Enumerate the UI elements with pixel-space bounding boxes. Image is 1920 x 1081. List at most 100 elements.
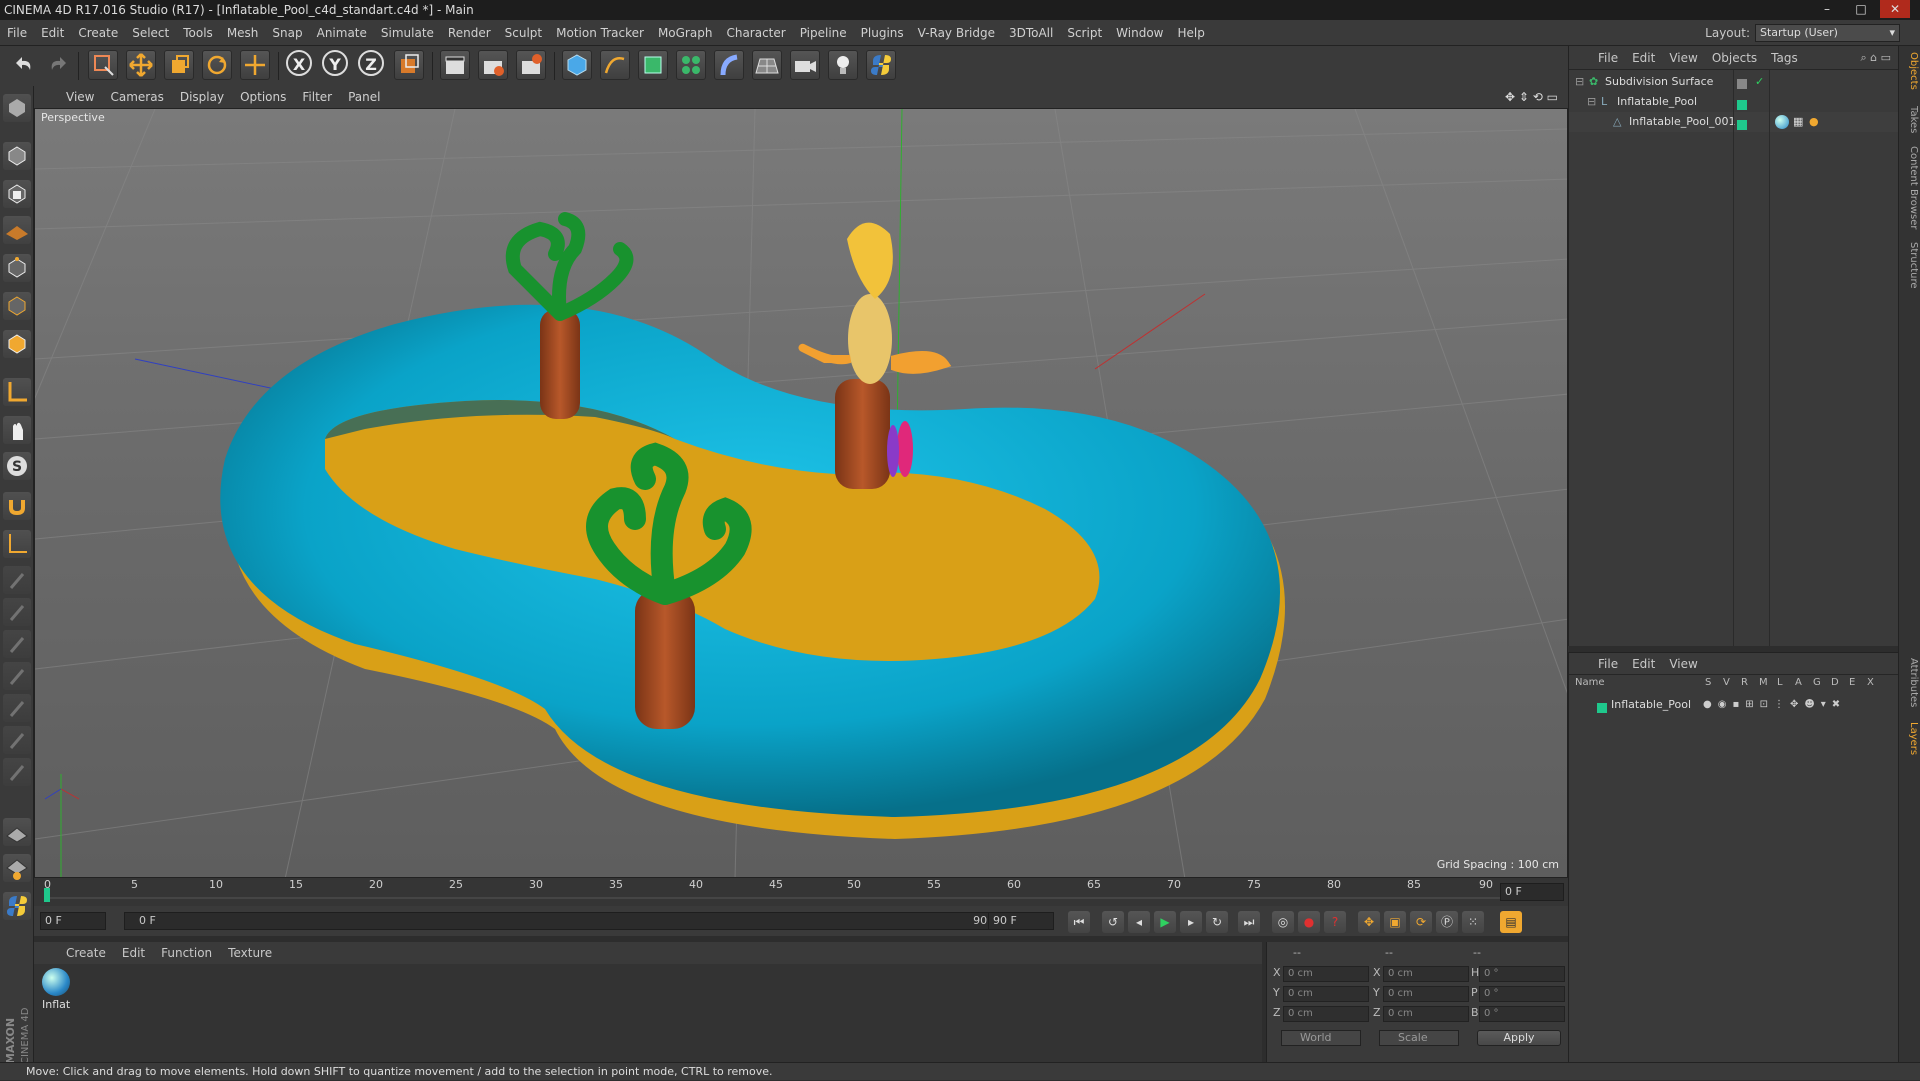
search-icon[interactable]: ⌕ ⌂ ▭	[1860, 46, 1891, 70]
objects-menu-objects[interactable]: Objects	[1705, 46, 1764, 70]
layer-row[interactable]: Inflatable_Pool ●◉▪⊞⊡⋮✥☻▾✖	[1569, 695, 1899, 715]
menu-window[interactable]: Window	[1109, 20, 1170, 46]
menu-edit[interactable]: Edit	[34, 20, 71, 46]
viewport-menu-options[interactable]: Options	[232, 86, 294, 108]
material-menu-texture[interactable]: Texture	[220, 942, 280, 964]
floor-button[interactable]	[752, 50, 782, 80]
axis-mode-button[interactable]	[3, 378, 31, 406]
undo-button[interactable]	[10, 50, 40, 80]
brush-tool-3[interactable]	[3, 630, 31, 658]
key-rotation-button[interactable]: ⟳	[1410, 911, 1432, 933]
objects-menu-tags[interactable]: Tags	[1764, 46, 1805, 70]
menu-3dtoall[interactable]: 3DToAll	[1002, 20, 1060, 46]
menu-simulate[interactable]: Simulate	[374, 20, 441, 46]
move-tool-button[interactable]	[126, 50, 156, 80]
brush-tool-2[interactable]	[3, 598, 31, 626]
layout-dropdown[interactable]: Startup (User) ▾	[1755, 24, 1900, 42]
tab-takes[interactable]: Takes	[1901, 106, 1919, 133]
prev-key-button[interactable]: ↺	[1102, 911, 1124, 933]
current-frame-field[interactable]: 0 F	[1500, 883, 1564, 901]
menu-create[interactable]: Create	[71, 20, 125, 46]
axis-tool-button[interactable]	[3, 530, 31, 558]
tab-attributes[interactable]: Attributes	[1901, 658, 1919, 707]
edge-mode-button[interactable]	[3, 292, 31, 320]
start-frame-field[interactable]: 0 F	[40, 912, 106, 930]
mograph-cloner-button[interactable]	[676, 50, 706, 80]
minimize-button[interactable]: –	[1812, 0, 1842, 18]
tab-layers[interactable]: Layers	[1901, 722, 1919, 755]
menu-character[interactable]: Character	[719, 20, 792, 46]
close-button[interactable]: ✕	[1880, 0, 1910, 18]
frame-range-slider[interactable]: 0 F 90 F	[124, 912, 1014, 930]
timeline-ruler[interactable]: 0 5 10 15 20 25 30 35 40 45 50 55 60 65 …	[34, 878, 1568, 906]
menu-render[interactable]: Render	[441, 20, 498, 46]
position-y-field[interactable]: 0 cm	[1283, 986, 1369, 1002]
layers-menu-view[interactable]: View	[1662, 653, 1704, 675]
material-menu-edit[interactable]: Edit	[114, 942, 153, 964]
material-menu-create[interactable]: Create	[58, 942, 114, 964]
magnet-button[interactable]	[3, 492, 31, 520]
objects-menu-view[interactable]: View	[1662, 46, 1704, 70]
spline-pen-button[interactable]	[600, 50, 630, 80]
apply-button[interactable]: Apply	[1477, 1030, 1561, 1046]
brush-tool-7[interactable]	[3, 758, 31, 786]
texture-tag-icon[interactable]: ▦	[1793, 112, 1803, 132]
collapse-icon[interactable]: ⊟	[1587, 92, 1596, 112]
layer-color-chip[interactable]	[1597, 700, 1607, 720]
tab-objects[interactable]: Objects	[1901, 52, 1919, 90]
position-x-field[interactable]: 0 cm	[1283, 966, 1369, 982]
make-editable-button[interactable]	[3, 94, 31, 122]
viewport-menu-filter[interactable]: Filter	[294, 86, 340, 108]
play-button[interactable]: ▶	[1154, 911, 1176, 933]
model-mode-button[interactable]	[3, 142, 31, 170]
menu-sculpt[interactable]: Sculpt	[498, 20, 549, 46]
timeline-window-button[interactable]: ▤	[1500, 911, 1522, 933]
grid-lock-button[interactable]	[3, 818, 31, 846]
viewport-menu-cameras[interactable]: Cameras	[102, 86, 171, 108]
goto-end-button[interactable]: ⏭	[1238, 911, 1260, 933]
collapse-icon[interactable]: ⊟	[1575, 72, 1584, 92]
phong-tag-icon[interactable]: ●	[1809, 112, 1819, 132]
camera-button[interactable]	[790, 50, 820, 80]
size-x-field[interactable]: 0 cm	[1383, 966, 1469, 982]
prev-frame-button[interactable]: ◂	[1128, 911, 1150, 933]
keyframe-selection-button[interactable]: ◎	[1272, 911, 1294, 933]
rotation-b-field[interactable]: 0 °	[1479, 1006, 1565, 1022]
world-dropdown[interactable]: World	[1281, 1030, 1361, 1046]
end-frame-field[interactable]: 90 F	[988, 912, 1054, 930]
objects-menu-edit[interactable]: Edit	[1625, 46, 1662, 70]
key-pla-button[interactable]: ⁙	[1462, 911, 1484, 933]
y-axis-lock-button[interactable]: Y	[322, 50, 352, 80]
rotation-p-field[interactable]: 0 °	[1479, 986, 1565, 1002]
next-frame-button[interactable]: ▸	[1180, 911, 1202, 933]
python-button[interactable]	[866, 50, 896, 80]
material-tag-icon[interactable]	[1775, 115, 1789, 136]
scale-dropdown[interactable]: Scale	[1379, 1030, 1459, 1046]
key-position-button[interactable]: ✥	[1358, 911, 1380, 933]
menu-pipeline[interactable]: Pipeline	[793, 20, 854, 46]
viewport-menu-view[interactable]: View	[58, 86, 102, 108]
cube-primitive-button[interactable]	[562, 50, 592, 80]
solo-button[interactable]	[3, 854, 31, 882]
menu-animate[interactable]: Animate	[310, 20, 374, 46]
tab-content-browser[interactable]: Content Browser	[1901, 146, 1919, 229]
layers-menu-edit[interactable]: Edit	[1625, 653, 1662, 675]
tweak-mode-button[interactable]	[3, 416, 31, 444]
viewport-menu-display[interactable]: Display	[172, 86, 232, 108]
render-view-button[interactable]	[440, 50, 470, 80]
position-z-field[interactable]: 0 cm	[1283, 1006, 1369, 1022]
scale-tool-button[interactable]	[164, 50, 194, 80]
menu-vray-bridge[interactable]: V-Ray Bridge	[911, 20, 1002, 46]
auto-key-button[interactable]: ?	[1324, 911, 1346, 933]
menu-mesh[interactable]: Mesh	[220, 20, 266, 46]
object-row[interactable]: ⊟ ✿ Subdivision Surface ✓	[1569, 72, 1899, 92]
point-mode-button[interactable]	[3, 254, 31, 282]
layers-menu-file[interactable]: File	[1591, 653, 1625, 675]
menu-script[interactable]: Script	[1060, 20, 1109, 46]
key-scale-button[interactable]: ▣	[1384, 911, 1406, 933]
check-icon[interactable]: ✓	[1755, 72, 1764, 92]
material-menu-function[interactable]: Function	[153, 942, 220, 964]
key-param-button[interactable]: Ⓟ	[1436, 911, 1458, 933]
viewport-nav-icons[interactable]: ✥ ⇕ ⟲ ▭	[1505, 86, 1558, 108]
objects-menu-file[interactable]: File	[1591, 46, 1625, 70]
